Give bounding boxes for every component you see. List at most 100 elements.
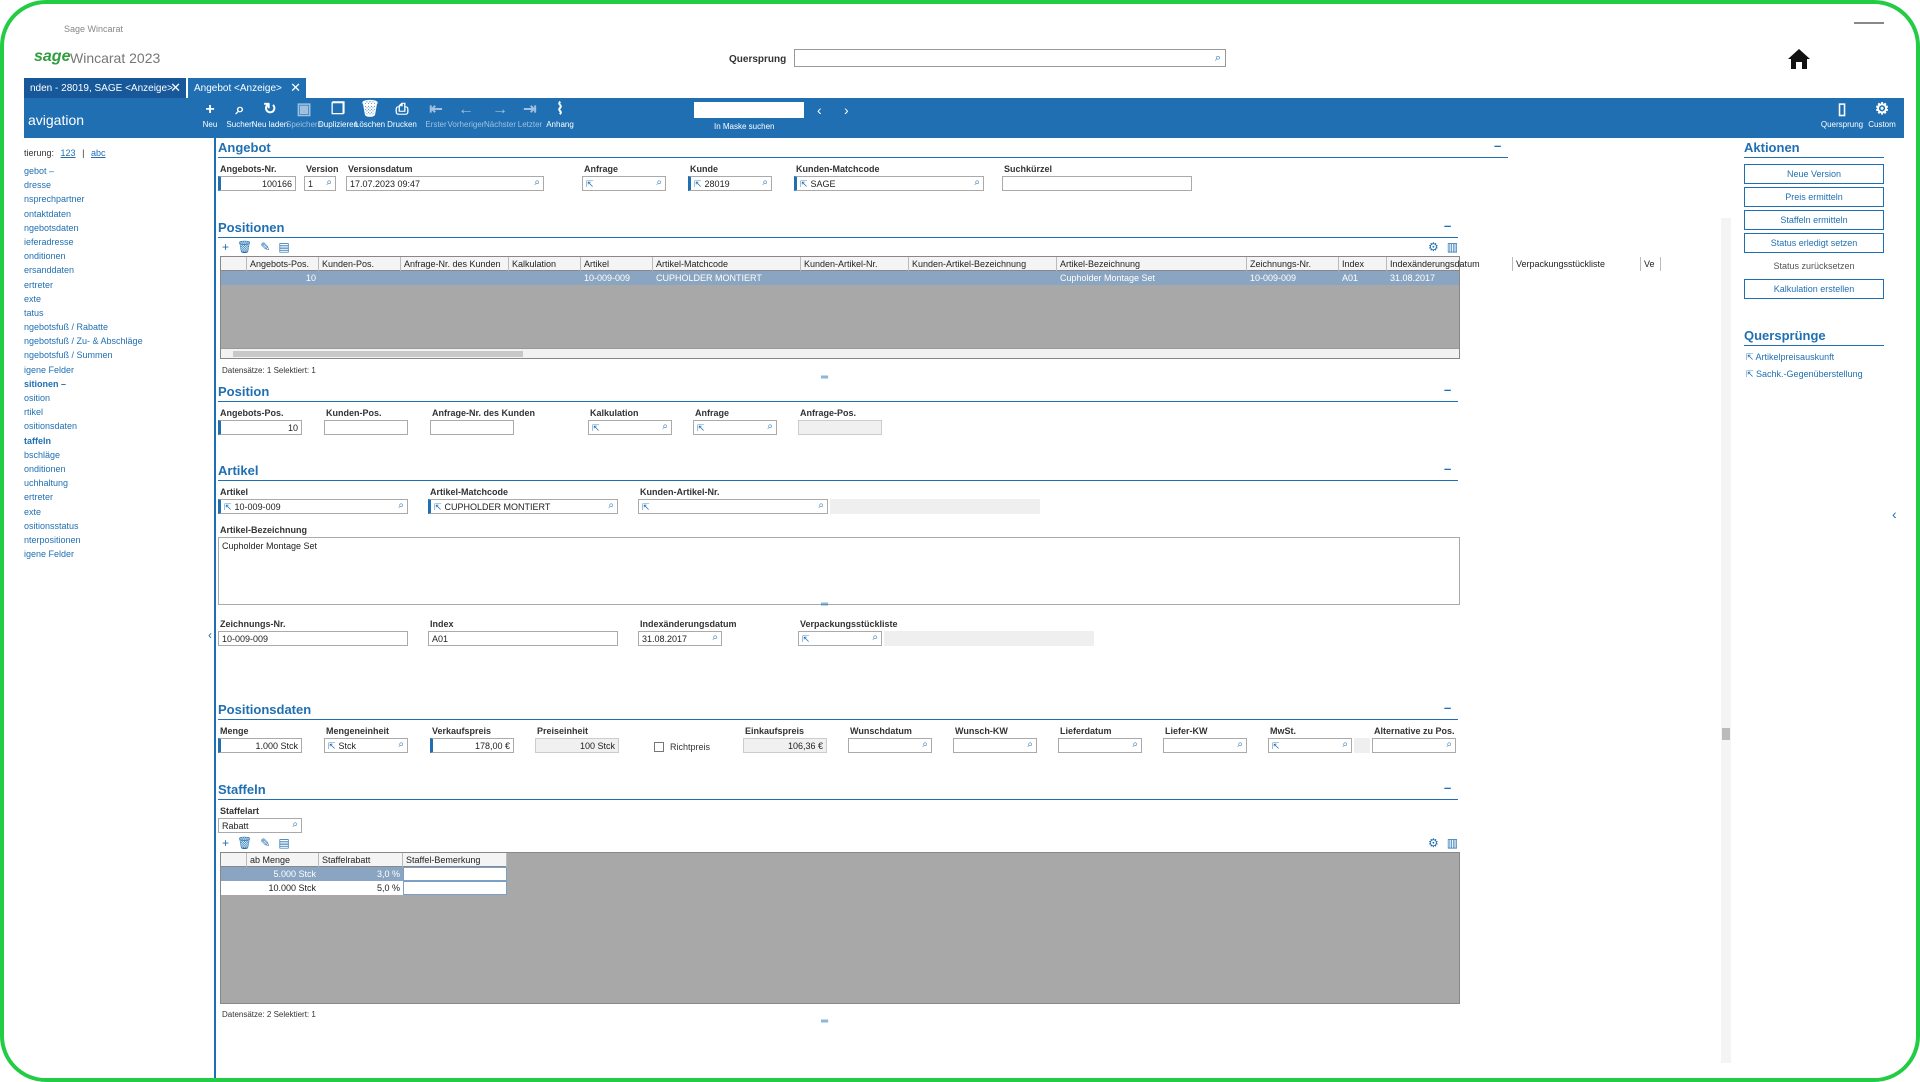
gear-icon[interactable]: ⚙ <box>1428 240 1439 254</box>
collapse-icon[interactable]: – <box>1444 218 1451 233</box>
search-icon[interactable]: ⌕ <box>762 177 768 188</box>
search-icon[interactable]: ⌕ <box>398 739 404 750</box>
wunsch-kw-field[interactable]: ⌕ <box>953 738 1037 753</box>
nav-item[interactable]: osition <box>24 393 143 407</box>
staffeln-grid[interactable]: ab Menge Staffelrabatt Staffel-Bemerkung 5… <box>220 852 1460 1004</box>
aktion-button[interactable]: Staffeln ermitteln <box>1744 210 1884 230</box>
nav-item[interactable]: ieferadresse <box>24 237 143 251</box>
collapse-icon[interactable]: – <box>1444 461 1451 476</box>
search-icon[interactable]: ⌕ <box>974 177 980 188</box>
aktion-button[interactable]: Kalkulation erstellen <box>1744 279 1884 299</box>
table-row[interactable]: 10 10-009-009 CUPHOLDER MONTIERT Cupholder … <box>221 271 1459 285</box>
aktion-button[interactable]: Preis ermitteln <box>1744 187 1884 207</box>
columns-icon[interactable]: ▤ <box>278 836 289 850</box>
anfrage-pos-field[interactable] <box>798 420 882 435</box>
version-field[interactable]: 1 ⌕ <box>304 176 336 191</box>
wunschdatum-field[interactable]: ⌕ <box>848 738 932 753</box>
collapse-icon[interactable]: – <box>1444 382 1451 397</box>
nav-item[interactable]: ngebotsfuß / Summen <box>24 350 143 364</box>
search-icon[interactable]: ⌕ <box>1342 739 1348 750</box>
column-header[interactable]: Artikel-Bezeichnung <box>1057 257 1247 271</box>
search-icon[interactable]: ⌕ <box>872 632 878 643</box>
kunden-pos-field[interactable] <box>324 420 408 435</box>
tab-kunden[interactable]: nden - 28019, SAGE <Anzeige> ✕ <box>24 78 186 98</box>
nav-item[interactable]: onditionen <box>24 464 143 478</box>
splitter-handle[interactable]: ═ <box>821 372 828 383</box>
close-icon[interactable]: ✕ <box>170 80 181 96</box>
sort-abc-link[interactable]: abc <box>91 148 106 158</box>
vertical-scrollbar[interactable] <box>1721 218 1731 1063</box>
edit-icon[interactable]: ✎ <box>260 240 270 254</box>
splitter-handle[interactable]: ═ <box>821 599 828 610</box>
link-icon[interactable]: ⇱ <box>224 502 232 512</box>
kunden-matchcode-field[interactable]: ⇱ SAGE ⌕ <box>794 176 984 191</box>
home-icon[interactable] <box>1786 46 1812 72</box>
sort-123-link[interactable]: 123 <box>61 148 76 158</box>
mask-search-input[interactable] <box>694 102 804 118</box>
search-icon[interactable]: ⌕ <box>662 421 668 432</box>
search-icon[interactable]: ⌕ <box>292 819 298 830</box>
search-icon[interactable]: ⌕ <box>818 500 824 511</box>
menge-field[interactable]: 1.000 Stck <box>218 738 302 753</box>
add-row-icon[interactable]: + <box>222 240 229 254</box>
search-icon[interactable]: ⌕ <box>656 177 662 188</box>
artikel-matchcode-field[interactable]: ⇱ CUPHOLDER MONTIERT ⌕ <box>428 499 618 514</box>
link-icon[interactable]: ⇱ <box>802 634 810 644</box>
nav-item[interactable]: gebot – <box>24 166 143 180</box>
column-header[interactable]: Kunden-Pos. <box>319 257 401 271</box>
anfrage-field[interactable]: ⇱ ⌕ <box>693 420 777 435</box>
nav-item[interactable]: nterpositionen <box>24 535 143 549</box>
chevron-right-icon[interactable]: › <box>844 102 849 118</box>
scroll-thumb[interactable] <box>1722 728 1730 740</box>
search-icon[interactable]: ⌕ <box>1446 739 1452 750</box>
preiseinheit-field[interactable]: 100 Stck <box>535 738 619 753</box>
collapse-left-icon[interactable]: ‹ <box>208 628 212 642</box>
column-header[interactable]: Kalkulation <box>509 257 581 271</box>
scroll-thumb[interactable] <box>233 351 523 357</box>
positionen-grid[interactable]: Angebots-Pos. Kunden-Pos. Anfrage-Nr. des … <box>220 256 1661 359</box>
index-field[interactable]: A01 <box>428 631 618 646</box>
columns-icon[interactable]: ▤ <box>278 240 289 254</box>
search-icon[interactable]: ⌕ <box>922 739 928 750</box>
nav-item[interactable]: ersanddaten <box>24 265 143 279</box>
artikelpreisauskunft-link[interactable]: ⇱ Artikelpreisauskunft <box>1746 352 1834 363</box>
vorheriger-button[interactable]: ← Vorheriger <box>448 100 485 136</box>
column-header[interactable]: Zeichnungs-Nr. <box>1247 257 1339 271</box>
suchkuerzel-field[interactable] <box>1002 176 1192 191</box>
nav-item[interactable]: exte <box>24 507 143 521</box>
column-header[interactable]: Kunden-Artikel-Nr. <box>801 257 909 271</box>
link-icon[interactable]: ⇱ <box>586 179 594 189</box>
indexaenderungsdatum-field[interactable]: 31.08.2017 ⌕ <box>638 631 722 646</box>
column-header[interactable]: Angebots-Pos. <box>247 257 319 271</box>
zeichnungs-nr-field[interactable]: 10-009-009 <box>218 631 408 646</box>
quersprung-button[interactable]: ▯ Quersprung <box>1821 100 1863 136</box>
kalkulation-field[interactable]: ⇱ ⌕ <box>588 420 672 435</box>
nav-item[interactable]: dresse <box>24 180 143 194</box>
nav-item[interactable]: exte <box>24 294 143 308</box>
nav-item[interactable]: ngebotsfuß / Rabatte <box>24 322 143 336</box>
nav-item[interactable]: sitionen – <box>24 379 143 393</box>
löschen-button[interactable]: 🗑 Löschen <box>352 100 388 136</box>
nav-item[interactable]: ertreter <box>24 280 143 294</box>
column-header[interactable]: Verpackungsstückliste <box>1513 257 1641 271</box>
search-icon[interactable]: ⌕ <box>608 500 614 511</box>
staffelart-field[interactable]: Rabatt ⌕ <box>218 818 302 833</box>
link-icon[interactable]: ⇱ <box>697 423 705 433</box>
search-icon[interactable]: ⌕ <box>534 177 540 188</box>
nav-item[interactable]: ertreter <box>24 492 143 506</box>
window-controls[interactable] <box>1854 22 1884 24</box>
nav-item[interactable]: rtikel <box>24 407 143 421</box>
mengeneinheit-field[interactable]: ⇱ Stck ⌕ <box>324 738 408 753</box>
einkaufspreis-field[interactable]: 106,36 € <box>743 738 827 753</box>
link-icon[interactable]: ⇱ <box>592 423 600 433</box>
link-icon[interactable]: ⇱ <box>328 741 336 751</box>
gear-icon[interactable]: ⚙ <box>1428 836 1439 850</box>
nav-item[interactable]: taffeln <box>24 436 143 450</box>
column-header[interactable]: Staffelrabatt <box>319 853 403 867</box>
column-header[interactable]: Staffel-Bemerkung <box>403 853 507 867</box>
search-icon[interactable]: ⌕ <box>712 632 718 643</box>
table-row[interactable]: 10.000 Stck 5,0 % <box>221 881 507 895</box>
anfrage-field[interactable]: ⇱ ⌕ <box>582 176 666 191</box>
search-icon[interactable]: ⌕ <box>1237 739 1243 750</box>
tab-angebot[interactable]: Angebot <Anzeige> ✕ <box>188 78 306 98</box>
